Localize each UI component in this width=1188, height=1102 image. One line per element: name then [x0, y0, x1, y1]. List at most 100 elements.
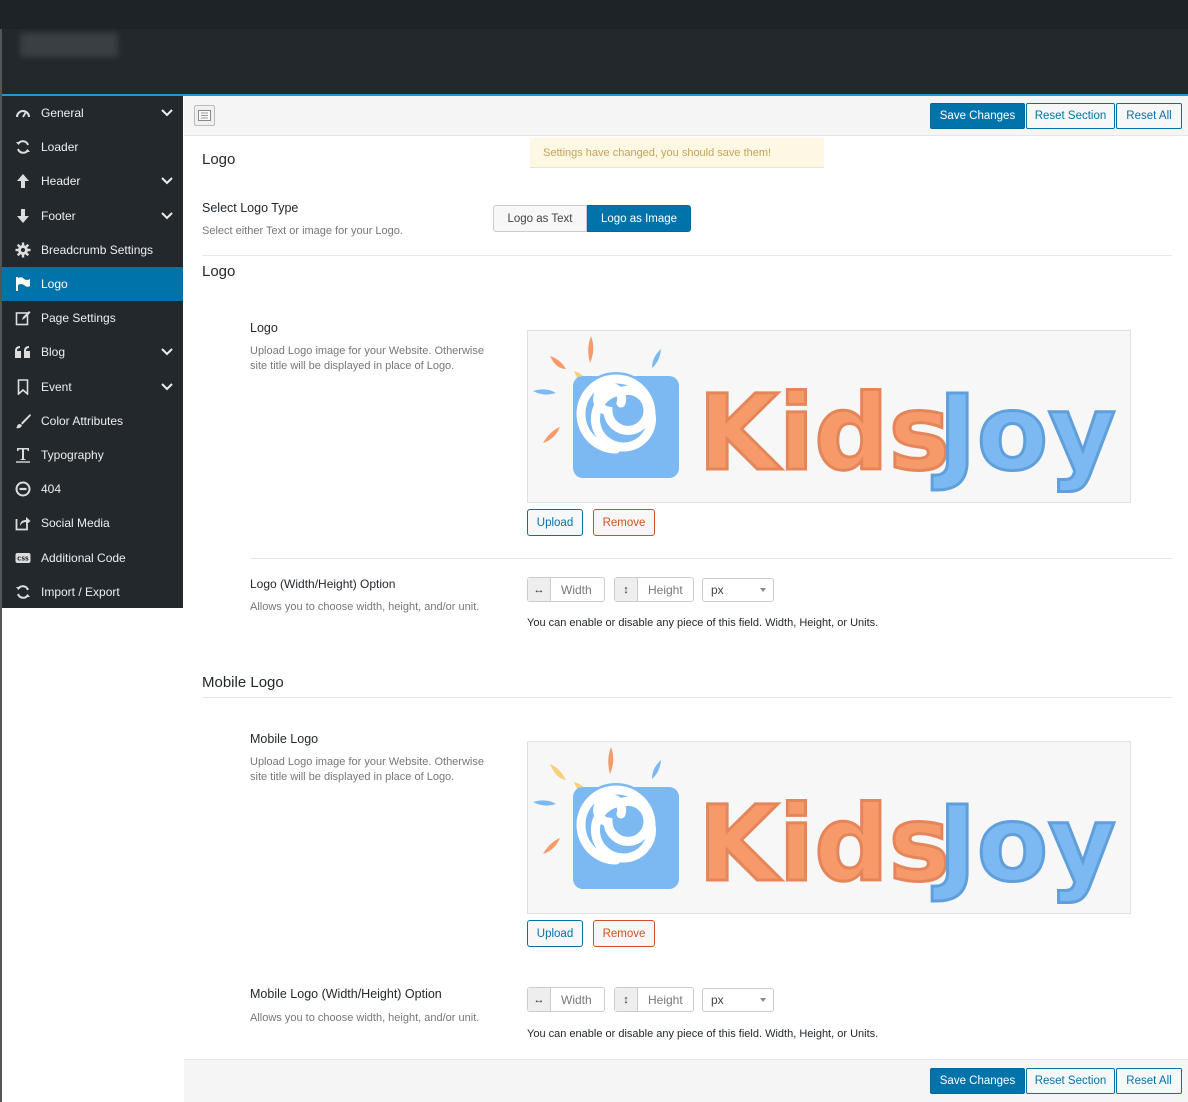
- sidebar-item-header[interactable]: Header: [2, 164, 183, 198]
- sidebar-item-label: Import / Export: [41, 584, 120, 599]
- logo-as-image-option[interactable]: Logo as Image: [587, 205, 691, 232]
- sidebar-item-label: 404: [41, 482, 62, 497]
- text-icon: [14, 446, 32, 464]
- admin-top-bar: [0, 0, 1188, 29]
- sidebar-item-logo[interactable]: Logo: [2, 266, 183, 302]
- logo-height-field[interactable]: ↕ Height: [614, 577, 694, 602]
- sidebar-item-label: Additional Code: [41, 550, 126, 565]
- sidebar-item-label: Blog: [41, 345, 66, 360]
- mobile-logo-remove-button[interactable]: Remove: [593, 920, 655, 947]
- logo-upload-button[interactable]: Upload: [527, 509, 583, 536]
- bookmark-icon: [14, 378, 32, 396]
- sidebar-item-label: Color Attributes: [41, 413, 124, 428]
- logo-text-kids: Kids: [698, 783, 951, 905]
- logo-text-joy: Joy: [932, 783, 1116, 905]
- divider: [202, 697, 1172, 698]
- sidebar-item-404[interactable]: 404: [2, 472, 183, 506]
- reset-section-button[interactable]: Reset Section: [1026, 1068, 1115, 1094]
- reset-all-button[interactable]: Reset All: [1116, 103, 1182, 129]
- mobile-logo-height-input[interactable]: Height: [638, 988, 693, 1011]
- divider: [202, 255, 1172, 256]
- sidebar-item-label: Loader: [41, 140, 79, 155]
- arrow-up-icon: [14, 172, 32, 190]
- sidebar-item-footer[interactable]: Footer: [2, 199, 183, 233]
- arrows-horizontal-icon: ↔: [528, 578, 551, 601]
- logo-dims-desc: Allows you to choose width, height, and/…: [250, 601, 480, 613]
- quote-icon: [14, 343, 32, 361]
- arrows-vertical-icon: ↕: [615, 988, 638, 1011]
- refresh-icon: [14, 138, 32, 156]
- sidebar-item-breadcrumb-settings[interactable]: Breadcrumb Settings: [2, 233, 183, 267]
- divider: [250, 558, 1172, 559]
- options-sidebar: General Loader Header Footer Breadcrumb …: [2, 96, 183, 608]
- mobile-logo-unit-value: px: [711, 993, 724, 1007]
- logo-type-desc: Select either Text or image for your Log…: [202, 225, 403, 237]
- sidebar-item-blog[interactable]: Blog: [2, 335, 183, 369]
- logo-field-label: Logo: [250, 321, 278, 335]
- kidsjoy-logo-image: Kids Joy: [533, 336, 1117, 496]
- brush-icon: [14, 412, 32, 430]
- sidebar-item-social-media[interactable]: Social Media: [2, 506, 183, 540]
- logo-text-joy: Joy: [932, 372, 1116, 494]
- options-main: Save Changes Reset Section Reset All Set…: [184, 96, 1188, 1102]
- logo-remove-button[interactable]: Remove: [593, 509, 655, 536]
- chevron-down-icon[interactable]: [161, 381, 173, 393]
- section-title-mobile-logo: Mobile Logo: [202, 674, 284, 691]
- sidebar-item-loader[interactable]: Loader: [2, 130, 183, 164]
- gear-icon: [14, 241, 32, 259]
- sidebar-item-label: Logo: [41, 277, 68, 292]
- logo-height-input[interactable]: Height: [638, 578, 693, 601]
- sidebar-item-page-settings[interactable]: Page Settings: [2, 301, 183, 335]
- top-toolbar: Save Changes Reset Section Reset All: [184, 96, 1188, 136]
- logo-unit-value: px: [711, 583, 724, 597]
- chevron-down-icon[interactable]: [161, 175, 173, 187]
- reset-all-button[interactable]: Reset All: [1116, 1068, 1182, 1094]
- svg-text:CSS: CSS: [17, 556, 29, 562]
- mobile-logo-field-label: Mobile Logo: [250, 732, 319, 746]
- panel-header: [0, 29, 1188, 95]
- mobile-logo-upload-button[interactable]: Upload: [527, 920, 583, 947]
- sidebar-item-label: Breadcrumb Settings: [41, 242, 154, 257]
- sidebar-item-color-attributes[interactable]: Color Attributes: [2, 404, 183, 438]
- logo-text-kids: Kids: [698, 372, 951, 494]
- sidebar-item-general[interactable]: General: [2, 96, 183, 130]
- sidebar-item-typography[interactable]: Typography: [2, 438, 183, 472]
- save-changes-button[interactable]: Save Changes: [930, 103, 1025, 129]
- logo-width-input[interactable]: Width: [551, 578, 604, 601]
- refresh-icon: [14, 583, 32, 601]
- chevron-down-icon[interactable]: [161, 210, 173, 222]
- chevron-down-icon[interactable]: [161, 107, 173, 119]
- unsaved-changes-notice: Settings have changed, you should save t…: [530, 138, 824, 168]
- dashboard-icon: [14, 104, 32, 122]
- mobile-logo-unit-select[interactable]: px: [702, 988, 774, 1012]
- flag-icon: [14, 275, 32, 293]
- minus-circle-icon: [14, 480, 32, 498]
- sidebar-item-label: Event: [41, 379, 72, 394]
- select-arrow-icon: [760, 588, 766, 592]
- blurred-panel-title: [20, 33, 118, 57]
- mobile-logo-preview: Kids Joy: [527, 741, 1131, 914]
- save-changes-button[interactable]: Save Changes: [930, 1068, 1025, 1094]
- logo-unit-select[interactable]: px: [702, 578, 774, 602]
- bottom-toolbar: Save Changes Reset Section Reset All: [184, 1059, 1188, 1102]
- expand-options-button[interactable]: [194, 105, 215, 126]
- kidsjoy-mobile-logo-image: Kids Joy: [533, 747, 1117, 907]
- sidebar-item-event[interactable]: Event: [2, 370, 183, 404]
- reset-section-button[interactable]: Reset Section: [1026, 103, 1115, 129]
- chevron-down-icon[interactable]: [161, 346, 173, 358]
- mobile-logo-dims-label: Mobile Logo (Width/Height) Option: [250, 987, 442, 1001]
- sidebar-item-label: Footer: [41, 208, 76, 223]
- sidebar-item-additional-code[interactable]: CSS Additional Code: [2, 540, 183, 574]
- share-icon: [14, 514, 32, 532]
- mobile-logo-height-field[interactable]: ↕ Height: [614, 987, 694, 1012]
- sidebar-item-import-export[interactable]: Import / Export: [2, 575, 183, 609]
- sidebar-item-label: General: [41, 106, 84, 121]
- mobile-logo-width-input[interactable]: Width: [551, 988, 604, 1011]
- mobile-logo-dims-note: You can enable or disable any piece of t…: [527, 1028, 879, 1040]
- logo-as-text-option[interactable]: Logo as Text: [493, 205, 587, 232]
- logo-width-field[interactable]: ↔ Width: [527, 577, 605, 602]
- sidebar-item-label: Social Media: [41, 516, 110, 531]
- logo-type-label: Select Logo Type: [202, 201, 299, 215]
- mobile-logo-width-field[interactable]: ↔ Width: [527, 987, 605, 1012]
- logo-dims-label: Logo (Width/Height) Option: [250, 577, 396, 591]
